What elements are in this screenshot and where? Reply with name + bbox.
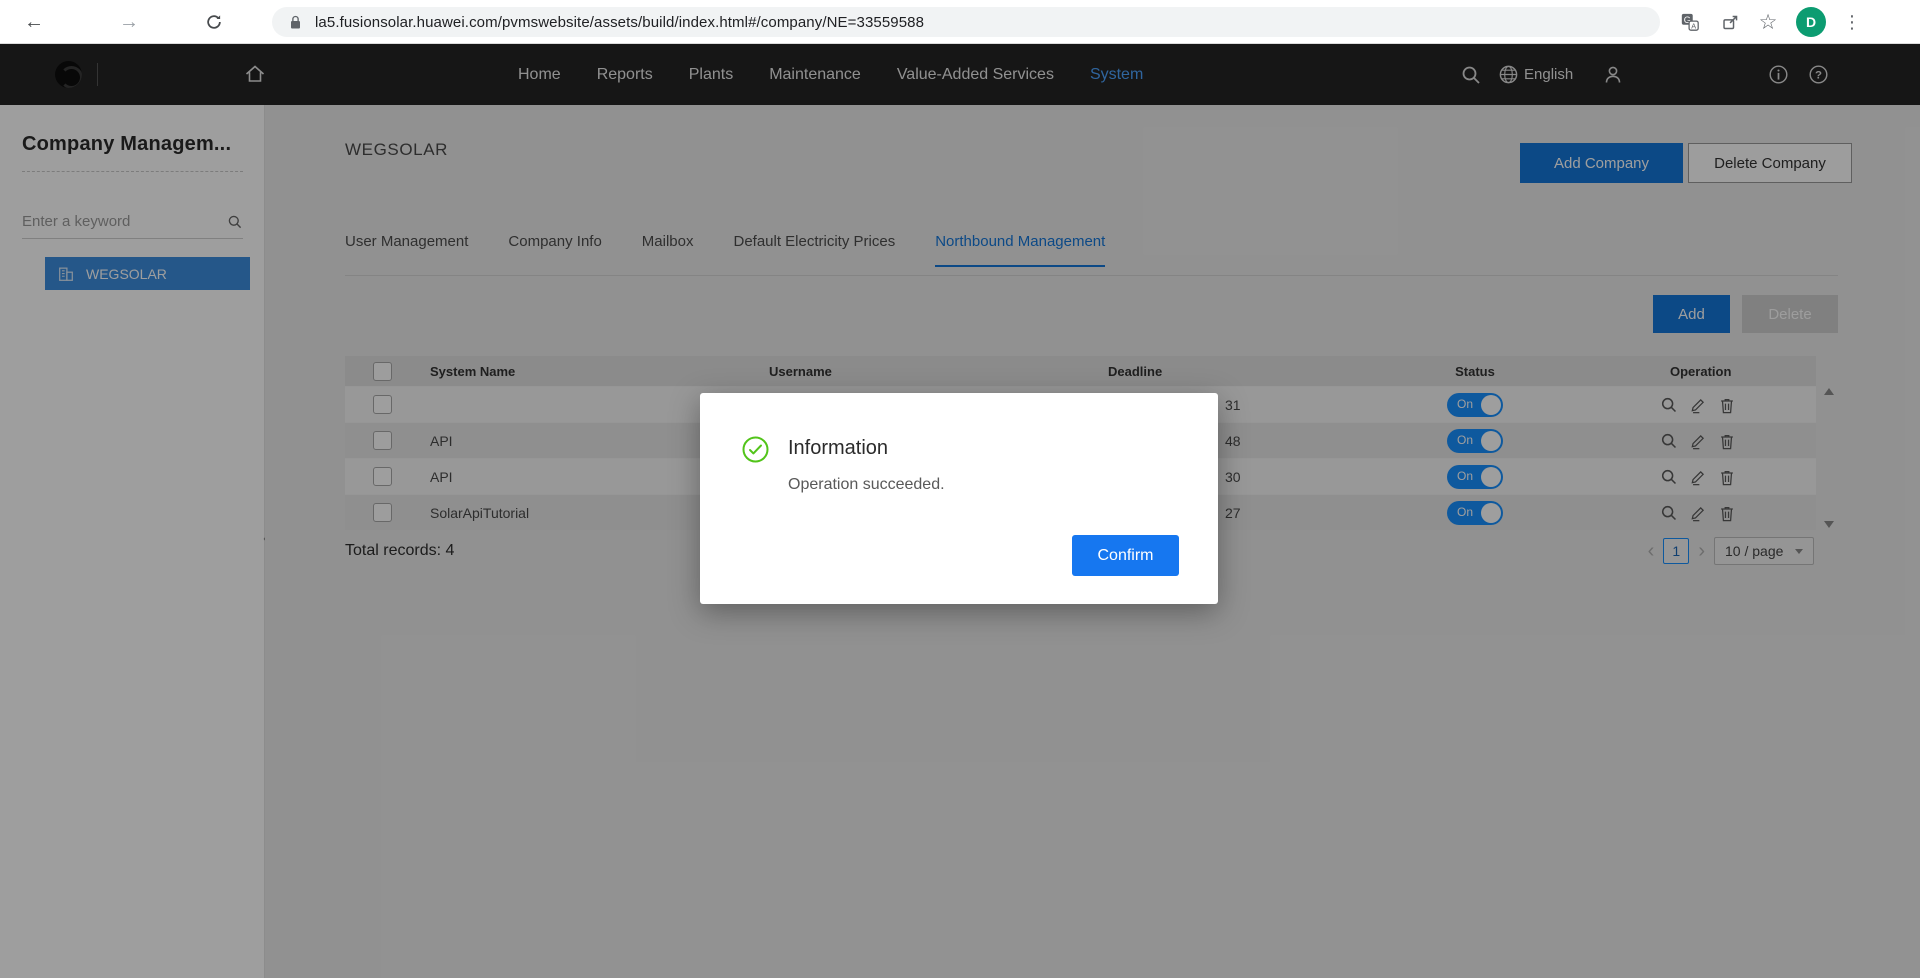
information-dialog: Information Operation succeeded. Confirm [700, 393, 1218, 604]
svg-text:A: A [1691, 21, 1696, 30]
browser-forward-icon[interactable]: → [115, 8, 143, 36]
confirm-button[interactable]: Confirm [1072, 535, 1179, 576]
dialog-title: Information [788, 437, 888, 460]
url-text: la5.fusionsolar.huawei.com/pvmswebsite/a… [315, 14, 924, 31]
screen: ← → la5.fusionsolar.huawei.com/pvmswebsi… [0, 0, 1920, 978]
translate-icon[interactable]: GA [1678, 10, 1702, 34]
success-check-icon [742, 436, 769, 463]
browser-reload-icon[interactable] [200, 8, 228, 36]
browser-back-icon[interactable]: ← [20, 8, 48, 36]
lock-icon [288, 14, 303, 31]
share-icon[interactable] [1718, 10, 1742, 34]
browser-profile-avatar[interactable]: D [1796, 7, 1826, 37]
url-bar[interactable]: la5.fusionsolar.huawei.com/pvmswebsite/a… [272, 7, 1660, 37]
browser-toolbar: ← → la5.fusionsolar.huawei.com/pvmswebsi… [0, 0, 1920, 44]
browser-menu-icon[interactable]: ⋮ [1842, 10, 1862, 34]
bookmark-star-icon[interactable]: ☆ [1756, 10, 1780, 34]
dialog-message: Operation succeeded. [788, 476, 945, 494]
